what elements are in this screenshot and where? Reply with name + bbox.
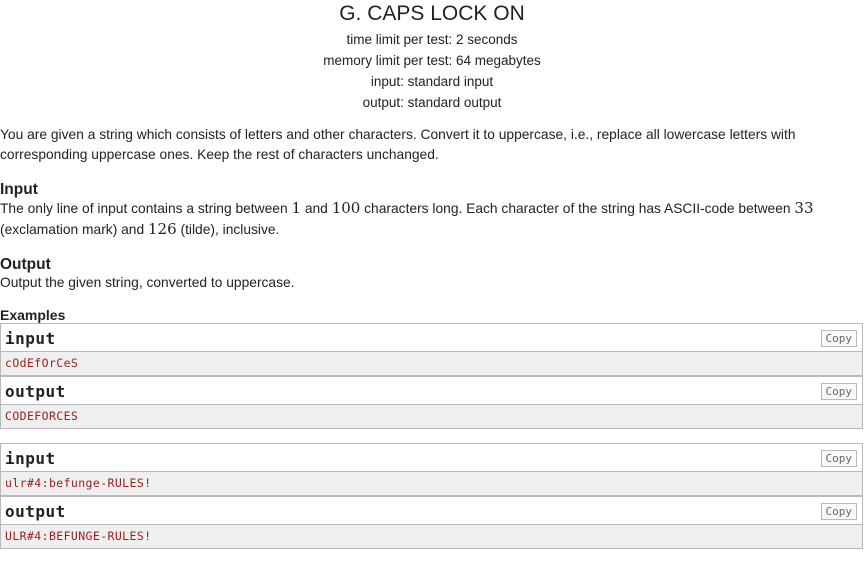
example-input-header: input Copy (0, 443, 863, 472)
input-text-part: (tilde), inclusive. (176, 222, 280, 237)
input-section-title: Input (0, 181, 38, 198)
input-label: input (5, 449, 56, 468)
output-section-title: Output (0, 256, 51, 273)
output-label: output (5, 502, 66, 521)
examples-title: Examples (0, 307, 66, 323)
input-file: input: standard input (370, 74, 494, 89)
input-text-part: (exclamation mark) and (0, 222, 148, 237)
example-block: input Copy cOdEfOrCeS output Copy CODEFO… (0, 323, 863, 429)
copy-button[interactable]: Copy (820, 450, 857, 467)
copy-button[interactable]: Copy (820, 503, 857, 520)
math-value: 33 (794, 199, 814, 217)
example-input-data: ulr#4:befunge-RULES! (0, 472, 863, 496)
input-text-part: The only line of input contains a string… (0, 201, 292, 216)
output-file: output: standard output (362, 95, 502, 110)
example-input-data: cOdEfOrCeS (0, 352, 863, 376)
time-limit: time limit per test: 2 seconds (346, 32, 518, 47)
math-value: 126 (148, 220, 177, 238)
input-label: input (5, 329, 56, 348)
example-output-header: output Copy (0, 496, 863, 525)
example-output-header: output Copy (0, 376, 863, 405)
copy-button[interactable]: Copy (820, 330, 857, 347)
copy-button[interactable]: Copy (820, 383, 857, 400)
input-text-part: and (301, 201, 332, 216)
output-label: output (5, 382, 66, 401)
problem-title: G. CAPS LOCK ON (339, 2, 525, 25)
example-input-header: input Copy (0, 323, 863, 352)
example-block: input Copy ulr#4:befunge-RULES! output C… (0, 443, 863, 549)
math-value: 1 (291, 199, 301, 217)
math-value: 100 (331, 199, 361, 217)
problem-legend: You are given a string which consists of… (0, 127, 796, 162)
example-output-data: CODEFORCES (0, 405, 863, 429)
problem-header: G. CAPS LOCK ON time limit per test: 2 s… (0, 0, 864, 113)
input-section-body: The only line of input contains a string… (0, 198, 864, 240)
example-output-data: ULR#4:BEFUNGE-RULES! (0, 525, 863, 549)
input-text-part: characters long. Each character of the s… (360, 201, 795, 216)
output-section-body: Output the given string, converted to up… (0, 275, 295, 290)
memory-limit: memory limit per test: 64 megabytes (323, 53, 541, 68)
